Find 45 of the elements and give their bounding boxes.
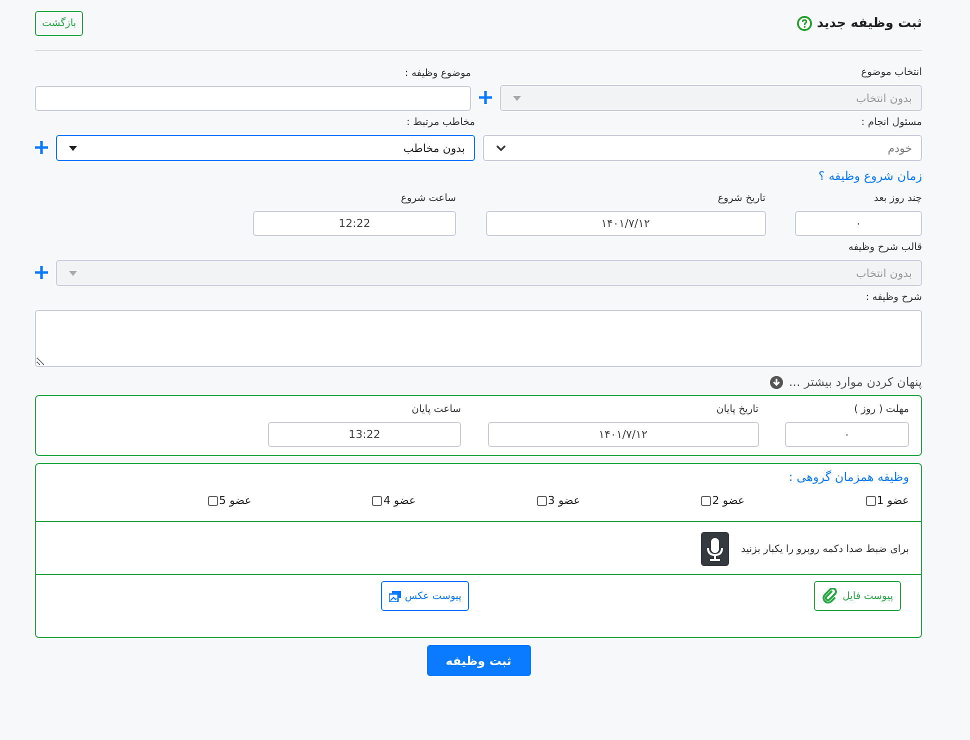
caret-icon xyxy=(69,146,77,150)
contact-select[interactable]: بدون مخاطب xyxy=(56,135,475,161)
submit-button[interactable]: ثبت وظیفه xyxy=(426,645,530,676)
field-label: چند روز بعد xyxy=(872,193,922,204)
caret-icon xyxy=(513,96,521,100)
subject-input[interactable] xyxy=(35,86,471,111)
add-icon[interactable] xyxy=(35,141,48,154)
add-icon[interactable] xyxy=(35,266,48,279)
help-icon xyxy=(796,16,812,30)
member-checkbox[interactable]: عضو 5 xyxy=(208,494,252,507)
field-label: قالب شرح وظیفه xyxy=(847,242,922,253)
record-hint: برای ضبط صدا دکمه روبرو را یکبار بزنید xyxy=(741,544,909,554)
time-field[interactable]: 12:22 xyxy=(253,211,456,236)
field-label: مهلت ( روز ) xyxy=(853,404,909,415)
field-label: شرح وظیفه : xyxy=(864,292,922,303)
field-label: موضوع وظیفه : xyxy=(404,68,471,79)
caret-icon xyxy=(69,270,77,276)
member-checkbox[interactable]: عضو 1 xyxy=(866,494,909,507)
field-label: تاریخ پایان xyxy=(715,404,758,415)
page-title: ثبت وظیفه جدید xyxy=(816,16,922,30)
member-checkbox[interactable]: عضو 2 xyxy=(701,494,745,507)
member-checkbox[interactable]: عضو 3 xyxy=(536,494,580,507)
section-heading: زمان شروع وظیفه ؟ xyxy=(817,169,922,183)
date-field[interactable]: ۱۴۰۱/۷/۱۲ xyxy=(488,422,758,447)
microphone-icon[interactable] xyxy=(701,532,730,566)
hide-more-link[interactable]: پنهان کردن موارد بیشتر ... xyxy=(788,375,922,389)
days-field[interactable]: ۰ xyxy=(795,211,922,236)
field-label: انتخاب موضوع xyxy=(860,67,922,78)
attach-image-button[interactable]: پیوست عکس xyxy=(380,581,470,611)
field-label: مخاطب مرتبط : xyxy=(405,117,475,128)
add-icon[interactable] xyxy=(479,91,492,104)
field-label: ساعت پایان xyxy=(410,404,461,415)
chevron-down-icon xyxy=(496,144,506,152)
date-field[interactable]: ۱۴۰۱/۷/۱۲ xyxy=(486,211,766,236)
time-field[interactable]: 13:22 xyxy=(268,422,461,447)
field-label: ساعت شروع xyxy=(400,193,456,204)
section-heading: وظیفه همزمان گروهی : xyxy=(788,470,909,484)
member-checkbox[interactable]: عضو 4 xyxy=(372,494,416,507)
assignee-select[interactable]: خودم xyxy=(483,135,922,161)
field-label: تاریخ شروع xyxy=(716,193,766,204)
paperclip-icon xyxy=(822,588,838,604)
arrow-down-circle-icon xyxy=(770,376,783,388)
images-icon xyxy=(388,590,401,602)
field-label: مسئول انجام : xyxy=(860,117,922,128)
days-field[interactable]: ۰ xyxy=(785,422,909,447)
